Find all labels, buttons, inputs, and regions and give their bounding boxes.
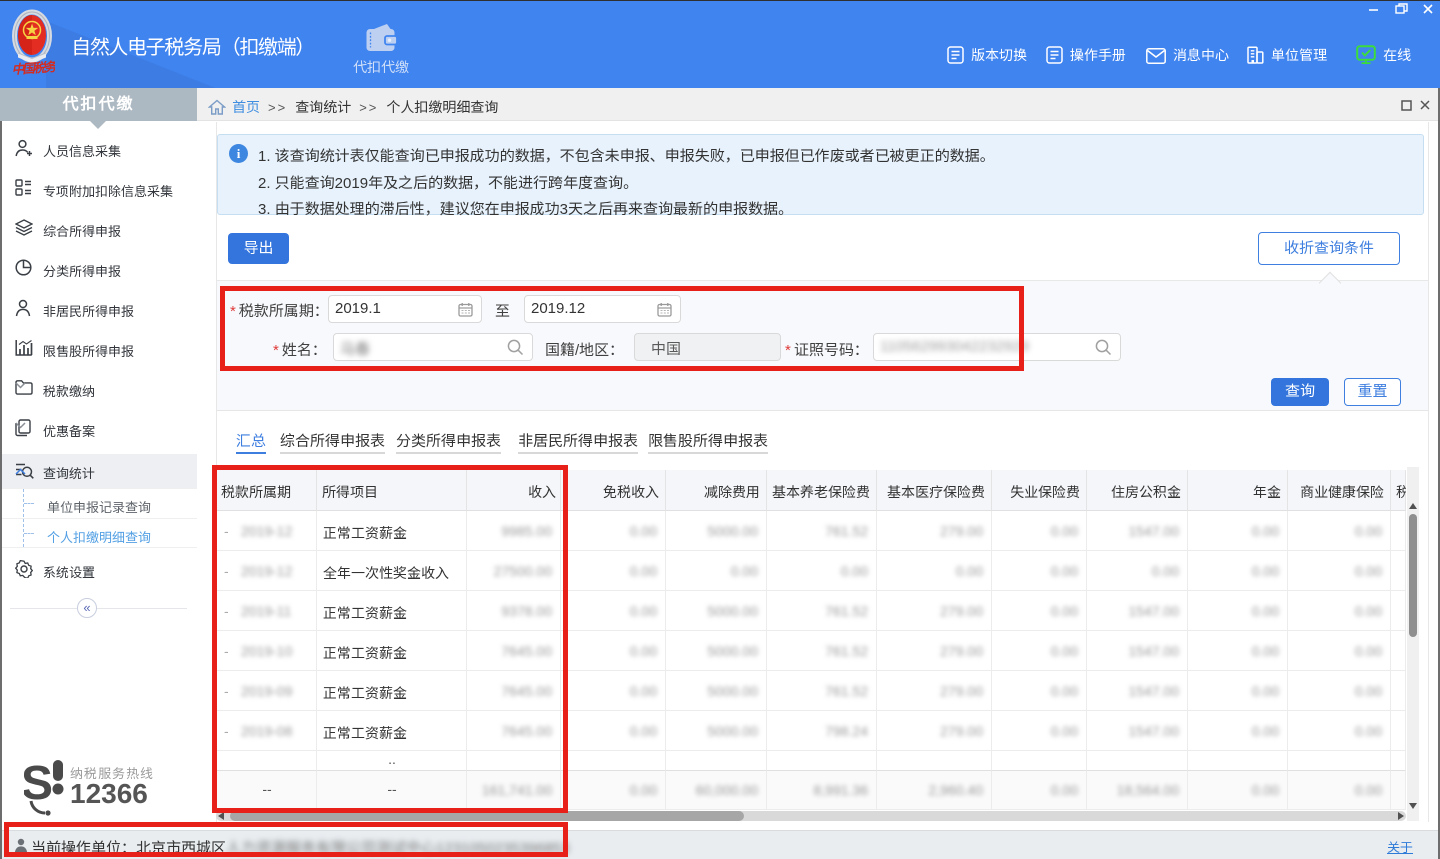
svg-text:中国税务: 中国税务 bbox=[11, 60, 55, 77]
svg-text:S: S bbox=[24, 759, 53, 810]
